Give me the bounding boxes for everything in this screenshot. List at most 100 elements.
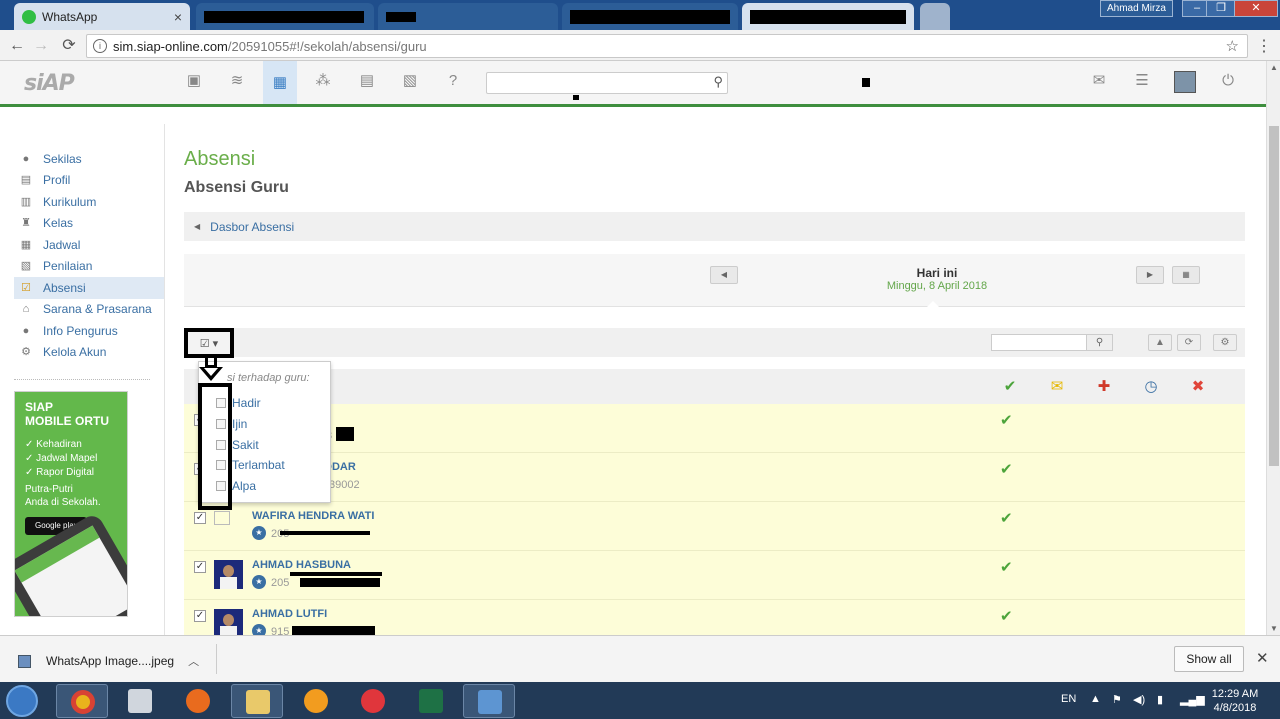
tray-chevron-icon[interactable]: ▲ — [1090, 693, 1101, 705]
siap-logo[interactable]: siAP — [24, 71, 75, 96]
row-checkbox[interactable]: ✓ — [194, 512, 206, 524]
table-row[interactable]: ✓ 3 ✔ — [184, 404, 1245, 453]
search-icon[interactable]: ⚲ — [713, 74, 723, 90]
tab-redacted-2[interactable] — [378, 3, 558, 30]
table-search-input[interactable]: ⚲ — [991, 334, 1113, 351]
id-card-icon[interactable]: ▧ — [400, 71, 420, 91]
sidebar-item-penilaian[interactable]: ▧ Penilaian — [14, 256, 164, 278]
taskbar-media-player[interactable] — [114, 684, 166, 718]
upload-icon[interactable]: ▲ — [1148, 334, 1172, 351]
annotation-arrow-head-inner — [204, 368, 218, 376]
refresh-icon[interactable]: ⟳ — [1177, 334, 1201, 351]
document-icon[interactable]: ▤ — [357, 71, 377, 91]
rss-icon[interactable]: ≋ — [227, 71, 247, 91]
check-icon[interactable]: ✔ — [1000, 460, 1013, 478]
school-icon[interactable]: ▦ — [263, 61, 297, 104]
scroll-up-icon[interactable]: ▲ — [1270, 63, 1278, 72]
signal-icon[interactable]: ▂▄▆ — [1180, 693, 1205, 706]
teacher-name[interactable]: AHMAD LUTFI — [252, 608, 327, 620]
check-icon[interactable]: ✔ — [1001, 378, 1019, 396]
check-icon[interactable]: ✔ — [1000, 607, 1013, 625]
url-input[interactable]: i sim.siap-online.com/20591055#!/sekolah… — [86, 34, 1248, 58]
breadcrumb-link[interactable]: Dasbor Absensi — [210, 220, 294, 234]
power-icon[interactable]: ⏻ — [1218, 71, 1238, 91]
profile-name[interactable]: Ahmad Mirza — [1100, 0, 1173, 17]
maximize-button[interactable]: ❐ — [1206, 0, 1236, 17]
sidebar-item-kelas[interactable]: ♜ Kelas — [14, 213, 164, 235]
sidebar-item-sarana[interactable]: ⌂ Sarana & Prasarana — [14, 299, 164, 321]
taskbar-explorer[interactable] — [231, 684, 283, 718]
list-icon[interactable]: ☰ — [1132, 71, 1152, 91]
group-icon[interactable]: ⁂ — [313, 71, 333, 91]
sidebar-item-profil[interactable]: ▤ Profil — [14, 170, 164, 192]
page-scrollbar[interactable]: ▲ ▼ — [1266, 61, 1280, 635]
browser-menu-icon[interactable]: ⋮ — [1256, 36, 1272, 56]
envelope-icon[interactable]: ✉ — [1048, 378, 1066, 396]
class-icon: ♜ — [21, 217, 31, 230]
row-checkbox[interactable]: ✓ — [194, 610, 206, 622]
input-language[interactable]: EN — [1061, 693, 1076, 705]
teacher-name[interactable]: WAFIRA HENDRA WATI — [252, 510, 374, 522]
tab-redacted-1[interactable] — [196, 3, 374, 30]
teacher-name[interactable]: AHMAD HASBUNA — [252, 559, 351, 571]
calendar-icon[interactable]: ▦ — [1172, 266, 1200, 284]
tab-active[interactable] — [742, 3, 914, 30]
settings-icon[interactable]: ⚙ — [1213, 334, 1237, 351]
date-label: Hari ini — [916, 266, 958, 280]
mail-icon[interactable]: ✉ — [1089, 71, 1109, 91]
sidebar-item-kurikulum[interactable]: ▥ Kurikulum — [14, 191, 164, 213]
sidebar-item-info-pengurus[interactable]: ● Info Pengurus — [14, 320, 164, 342]
info-icon[interactable]: i — [93, 39, 107, 53]
x-icon[interactable]: ✖ — [1189, 378, 1207, 396]
taskbar-app-active[interactable] — [463, 684, 515, 718]
cube-icon[interactable]: ▣ — [184, 71, 204, 91]
avatar[interactable] — [1174, 71, 1196, 93]
taskbar-app[interactable] — [290, 684, 342, 718]
header-search-input[interactable]: ⚲ — [486, 72, 728, 94]
breadcrumb[interactable]: ◀ Dasbor Absensi — [184, 212, 1245, 241]
check-icon[interactable]: ✔ — [1000, 509, 1013, 527]
sidebar-item-sekilas[interactable]: ● Sekilas — [14, 148, 164, 170]
search-icon[interactable]: ⚲ — [1086, 335, 1112, 350]
sidebar-item-absensi[interactable]: ☑ Absensi — [14, 277, 164, 299]
new-tab-button[interactable] — [920, 3, 950, 30]
scrollbar-thumb[interactable] — [1269, 126, 1279, 466]
reload-button[interactable]: ⟳ — [58, 35, 80, 57]
table-row[interactable]: ✓ WAFIRA HENDRA WATI ★ 205 ✔ — [184, 502, 1245, 551]
tab-redacted-3[interactable] — [562, 3, 738, 30]
show-all-button[interactable]: Show all — [1174, 646, 1244, 672]
back-button[interactable]: ← — [6, 35, 28, 57]
start-button[interactable] — [6, 685, 38, 717]
scroll-down-icon[interactable]: ▼ — [1270, 624, 1278, 633]
taskbar-excel[interactable] — [405, 684, 457, 718]
check-icon[interactable]: ✔ — [1000, 558, 1013, 576]
taskbar-chrome[interactable] — [56, 684, 108, 718]
system-clock[interactable]: 12:29 AM 4/8/2018 — [1205, 687, 1265, 715]
taskbar-vivaldi[interactable] — [347, 684, 399, 718]
table-row[interactable]: ✓ DDAR 39002 ✔ — [184, 453, 1245, 502]
row-checkbox[interactable]: ✓ — [194, 561, 206, 573]
close-window-button[interactable]: ✕ — [1234, 0, 1278, 17]
tab-whatsapp[interactable]: WhatsApp × — [14, 3, 190, 30]
table-row[interactable]: ✓ AHMAD HASBUNA ★ 205 ✔ — [184, 551, 1245, 600]
sidebar-item-kelola-akun[interactable]: ⚙ Kelola Akun — [14, 342, 164, 364]
next-day-button[interactable]: ▶ — [1136, 266, 1164, 284]
clock-icon[interactable]: ◷ — [1142, 378, 1160, 396]
sidebar-item-jadwal[interactable]: ▦ Jadwal — [14, 234, 164, 256]
network-flag-icon[interactable]: ⚑ — [1112, 693, 1122, 706]
siap-mobile-promo-banner[interactable]: SIAP MOBILE ORTU ✓ Kehadiran ✓ Jadwal Ma… — [14, 391, 128, 617]
close-icon[interactable]: ✕ — [1256, 649, 1269, 667]
bookmark-star-icon[interactable]: ☆ — [1226, 37, 1239, 55]
tab-close-icon[interactable]: × — [174, 9, 182, 25]
volume-icon[interactable]: ◀) — [1133, 693, 1145, 706]
forward-button[interactable]: → — [30, 35, 52, 57]
table-row[interactable]: ✓ AHMAD LUTFI ★ 915 ✔ — [184, 600, 1245, 635]
help-icon[interactable]: ? — [443, 71, 463, 91]
prev-day-button[interactable]: ◀ — [710, 266, 738, 284]
power-plug-icon[interactable]: ▮ — [1157, 693, 1163, 706]
download-item[interactable]: WhatsApp Image....jpeg ︿ — [18, 653, 199, 669]
check-icon[interactable]: ✔ — [1000, 411, 1013, 429]
chevron-up-icon[interactable]: ︿ — [188, 653, 199, 669]
taskbar-firefox[interactable] — [172, 684, 224, 718]
cross-icon[interactable]: ✚ — [1095, 378, 1113, 396]
